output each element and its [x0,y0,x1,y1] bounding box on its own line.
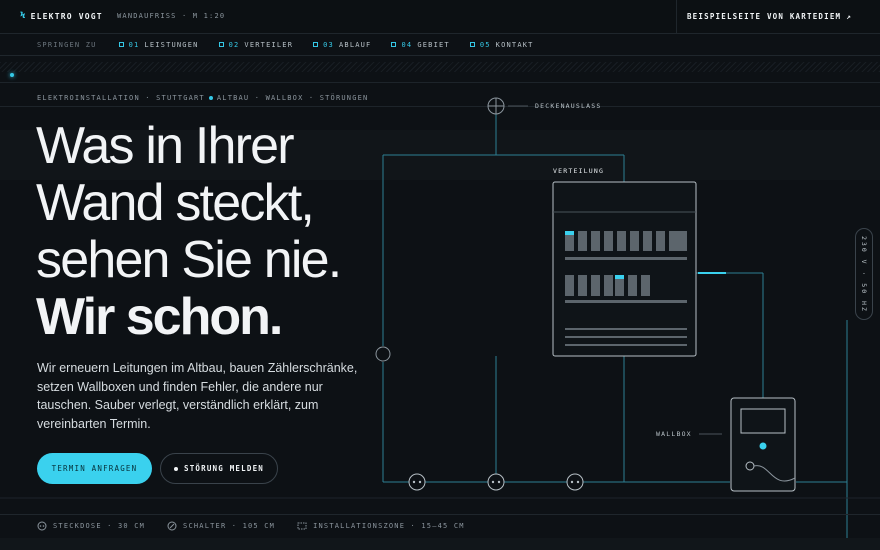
socket-icon [408,473,426,491]
zone-icon [297,522,307,529]
headline-line: Was in Ihrer [36,117,295,175]
breadcrumb-part: ALTBAU · WALLBOX · STÖRUNGEN [216,94,369,102]
report-fault-label: STÖRUNG MELDEN [183,464,264,473]
breadcrumb: ELEKTROINSTALLATION · STUTTGART ALTBAU ·… [37,94,368,102]
dot-icon [173,466,178,471]
distribution-panel [552,181,697,357]
lead-paragraph: Wir erneuern Leitungen im Altbau, bauen … [37,361,358,431]
report-fault-button[interactable]: STÖRUNG MELDEN [160,453,278,484]
request-appointment-button[interactable]: TERMIN ANFRAGEN [37,453,152,484]
switch-icon [167,521,177,530]
ceiling-outlet-icon [487,97,505,115]
breadcrumb-part: ELEKTROINSTALLATION · STUTTGART [37,94,205,102]
legend-label: INSTALLATIONSZONE · 15–45 CM [313,521,465,530]
voltage-badge: 230 V · 50 HZ [855,228,873,320]
legend-item-zone: INSTALLATIONSZONE · 15–45 CM [297,521,465,531]
legend-item-socket: STECKDOSE · 30 CM [37,521,145,531]
dot-icon [208,96,213,100]
legend-item-switch: SCHALTER · 105 CM [167,521,275,531]
headline-line: Wand steckt, [36,174,315,232]
headline-line: sehen Sie nie. [36,231,342,289]
panel-label: VERTEILUNG [553,167,605,175]
legend-label: SCHALTER · 105 CM [183,521,276,530]
voltage-text: 230 V · 50 HZ [860,235,868,313]
headline-strong: Wir schon. [36,288,283,346]
legend-bar: STECKDOSE · 30 CM SCHALTER · 105 CM INST… [0,514,880,536]
page-title: Was in Ihrer Wand steckt, sehen Sie nie.… [36,117,342,346]
legend-label: STECKDOSE · 30 CM [53,521,146,530]
wallbox-device [730,397,796,492]
ceiling-outlet-label: DECKENAUSLASS [535,102,602,110]
socket-icon [487,473,505,491]
junction-icon [375,346,391,362]
socket-icon [566,473,584,491]
socket-icon [37,521,47,530]
wallbox-label: WALLBOX [656,430,692,438]
